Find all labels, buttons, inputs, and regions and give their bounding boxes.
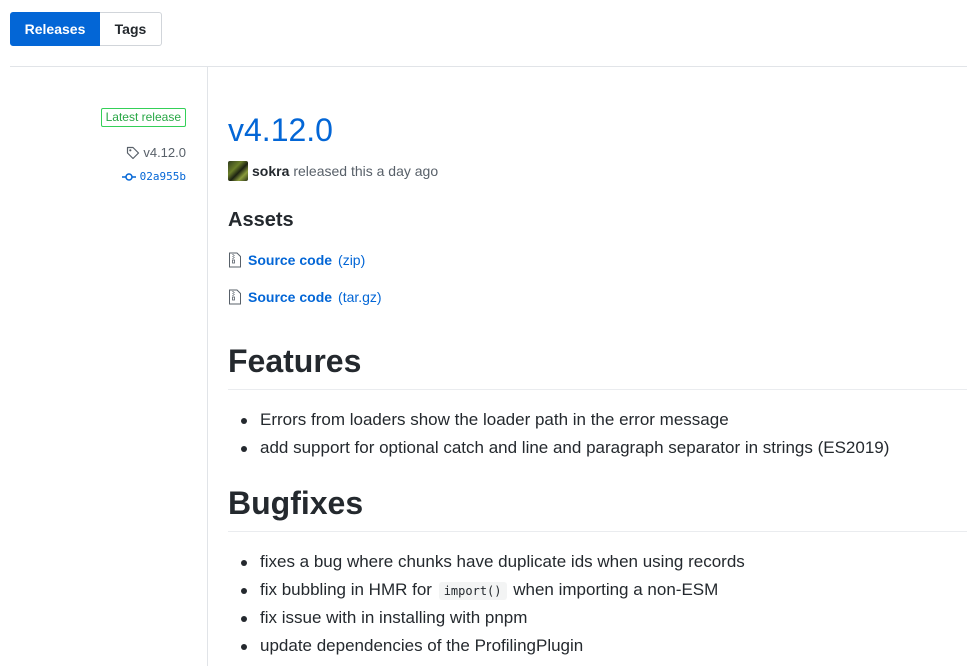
avatar[interactable] bbox=[228, 161, 248, 181]
author-name[interactable]: sokra bbox=[252, 163, 289, 179]
list-item: fixes a bug where chunks have duplicate … bbox=[241, 548, 745, 576]
tab-releases[interactable]: Releases bbox=[10, 12, 100, 46]
release-tag[interactable]: v4.12.0 bbox=[126, 145, 186, 160]
tag-label: v4.12.0 bbox=[143, 145, 186, 160]
file-zip-icon bbox=[229, 289, 241, 305]
asset-source-zip[interactable]: Source code (zip) bbox=[228, 252, 365, 268]
tab-tags[interactable]: Tags bbox=[100, 12, 162, 46]
list-item-text: when importing a non-ESM bbox=[513, 580, 719, 599]
release-author-line: sokra released this a day ago bbox=[228, 161, 438, 181]
tag-icon bbox=[127, 146, 140, 159]
asset-ext: (zip) bbox=[338, 252, 366, 268]
features-heading: Features bbox=[228, 341, 967, 390]
asset-name: Source code bbox=[248, 252, 333, 268]
release-commit-link[interactable]: 02a955b bbox=[121, 170, 186, 183]
file-zip-icon bbox=[229, 252, 241, 268]
timeline-divider bbox=[207, 66, 208, 666]
released-text: released this a day ago bbox=[293, 163, 439, 179]
bugfixes-list: fixes a bug where chunks have duplicate … bbox=[228, 548, 745, 660]
git-commit-icon bbox=[121, 172, 136, 181]
asset-ext: (tar.gz) bbox=[338, 289, 382, 305]
commit-sha: 02a955b bbox=[139, 170, 186, 183]
list-item-text: fix bubbling in HMR for bbox=[260, 580, 432, 599]
inline-code: import() bbox=[438, 582, 507, 600]
release-tabs: Releases Tags bbox=[10, 12, 162, 46]
list-item: update dependencies of the ProfilingPlug… bbox=[241, 632, 745, 660]
latest-release-badge: Latest release bbox=[100, 108, 186, 127]
bugfixes-heading: Bugfixes bbox=[228, 483, 967, 532]
assets-heading: Assets bbox=[228, 209, 294, 231]
asset-source-targz[interactable]: Source code (tar.gz) bbox=[228, 289, 382, 305]
list-item: fix issue with in installing with pnpm bbox=[241, 604, 745, 632]
list-item: fix bubbling in HMR for import() when im… bbox=[241, 576, 745, 604]
list-item: Errors from loaders show the loader path… bbox=[240, 406, 889, 434]
list-item: add support for optional catch and line … bbox=[240, 434, 889, 462]
release-title[interactable]: v4.12.0 bbox=[228, 112, 333, 149]
asset-name: Source code bbox=[248, 289, 333, 305]
top-divider bbox=[10, 66, 967, 67]
features-list: Errors from loaders show the loader path… bbox=[228, 406, 889, 462]
